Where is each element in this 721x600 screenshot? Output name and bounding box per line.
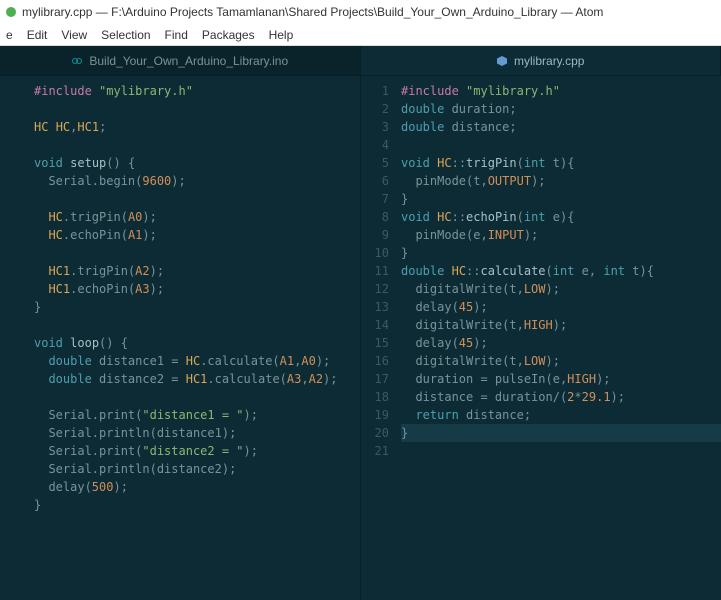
code-line[interactable]: void HC::echoPin(int e){ [401,208,721,226]
code-line[interactable]: double distance1 = HC.calculate(A1,A0); [34,352,360,370]
code-line[interactable]: delay(45); [401,298,721,316]
line-number: 8 [361,208,389,226]
code-line[interactable]: distance = duration/(2*29.1); [401,388,721,406]
code-line[interactable]: digitalWrite(t,HIGH); [401,316,721,334]
code-line[interactable] [34,316,360,334]
code-line[interactable]: void HC::trigPin(int t){ [401,154,721,172]
editors: #include "mylibrary.h" HC HC,HC1; void s… [0,76,721,600]
right-code[interactable]: #include "mylibrary.h"double duration;do… [395,76,721,600]
code-line[interactable]: } [401,190,721,208]
code-line[interactable]: Serial.begin(9600); [34,172,360,190]
menu-file[interactable]: e [6,28,13,42]
line-number: 17 [361,370,389,388]
code-line[interactable]: Serial.println(distance1); [34,424,360,442]
code-line[interactable]: delay(45); [401,334,721,352]
code-line[interactable]: } [401,244,721,262]
code-line[interactable] [34,136,360,154]
code-line[interactable] [34,190,360,208]
code-line[interactable] [401,442,721,460]
line-number: 21 [361,442,389,460]
line-number: 12 [361,280,389,298]
line-number: 4 [361,136,389,154]
line-number: 14 [361,316,389,334]
line-number: 2 [361,100,389,118]
code-line[interactable]: duration = pulseIn(e,HIGH); [401,370,721,388]
menubar: e Edit View Selection Find Packages Help [0,24,721,46]
line-number: 6 [361,172,389,190]
left-pane[interactable]: #include "mylibrary.h" HC HC,HC1; void s… [0,76,361,600]
tab-right-label: mylibrary.cpp [514,54,584,68]
line-number: 1 [361,82,389,100]
code-line[interactable]: Serial.print("distance2 = "); [34,442,360,460]
line-number: 11 [361,262,389,280]
right-gutter: 123456789101112131415161718192021 [361,76,395,600]
line-number: 5 [361,154,389,172]
tab-right[interactable]: mylibrary.cpp [361,46,721,75]
tab-left-label: Build_Your_Own_Arduino_Library.ino [89,54,288,68]
code-line[interactable]: pinMode(t,OUTPUT); [401,172,721,190]
left-code[interactable]: #include "mylibrary.h" HC HC,HC1; void s… [28,76,360,600]
line-number: 13 [361,298,389,316]
line-number: 18 [361,388,389,406]
code-line[interactable]: void loop() { [34,334,360,352]
code-line[interactable]: digitalWrite(t,LOW); [401,352,721,370]
code-line[interactable]: HC HC,HC1; [34,118,360,136]
menu-help[interactable]: Help [269,28,294,42]
code-line[interactable]: } [34,496,360,514]
code-line[interactable]: HC1.trigPin(A2); [34,262,360,280]
right-pane[interactable]: 123456789101112131415161718192021 #inclu… [361,76,721,600]
code-line[interactable] [34,388,360,406]
code-line[interactable] [401,136,721,154]
code-line[interactable]: HC.trigPin(A0); [34,208,360,226]
left-gutter [0,76,28,600]
line-number: 10 [361,244,389,262]
line-number: 15 [361,334,389,352]
tabbar: Build_Your_Own_Arduino_Library.ino mylib… [0,46,721,76]
window-title: mylibrary.cpp — F:\Arduino Projects Tama… [22,5,603,19]
code-line[interactable] [34,100,360,118]
code-line[interactable]: } [401,424,721,442]
code-line[interactable]: Serial.print("distance1 = "); [34,406,360,424]
arduino-icon [71,55,83,67]
code-line[interactable]: delay(500); [34,478,360,496]
code-line[interactable]: digitalWrite(t,LOW); [401,280,721,298]
code-line[interactable]: double distance; [401,118,721,136]
code-line[interactable]: Serial.println(distance2); [34,460,360,478]
code-line[interactable]: double distance2 = HC1.calculate(A3,A2); [34,370,360,388]
tab-left[interactable]: Build_Your_Own_Arduino_Library.ino [0,46,361,75]
code-line[interactable]: double HC::calculate(int e, int t){ [401,262,721,280]
line-number: 3 [361,118,389,136]
line-number: 19 [361,406,389,424]
menu-edit[interactable]: Edit [27,28,48,42]
menu-packages[interactable]: Packages [202,28,255,42]
line-number: 16 [361,352,389,370]
menu-selection[interactable]: Selection [101,28,150,42]
menu-find[interactable]: Find [165,28,188,42]
code-line[interactable]: HC.echoPin(A1); [34,226,360,244]
line-number: 7 [361,190,389,208]
code-line[interactable]: void setup() { [34,154,360,172]
code-line[interactable]: #include "mylibrary.h" [34,82,360,100]
code-line[interactable]: } [34,298,360,316]
code-line[interactable]: return distance; [401,406,721,424]
app-icon [6,7,16,17]
line-number: 9 [361,226,389,244]
cpp-icon [496,55,508,67]
code-line[interactable]: pinMode(e,INPUT); [401,226,721,244]
code-line[interactable]: HC1.echoPin(A3); [34,280,360,298]
code-line[interactable]: #include "mylibrary.h" [401,82,721,100]
line-number: 20 [361,424,389,442]
code-line[interactable] [34,244,360,262]
menu-view[interactable]: View [61,28,87,42]
code-line[interactable]: double duration; [401,100,721,118]
titlebar: mylibrary.cpp — F:\Arduino Projects Tama… [0,0,721,24]
